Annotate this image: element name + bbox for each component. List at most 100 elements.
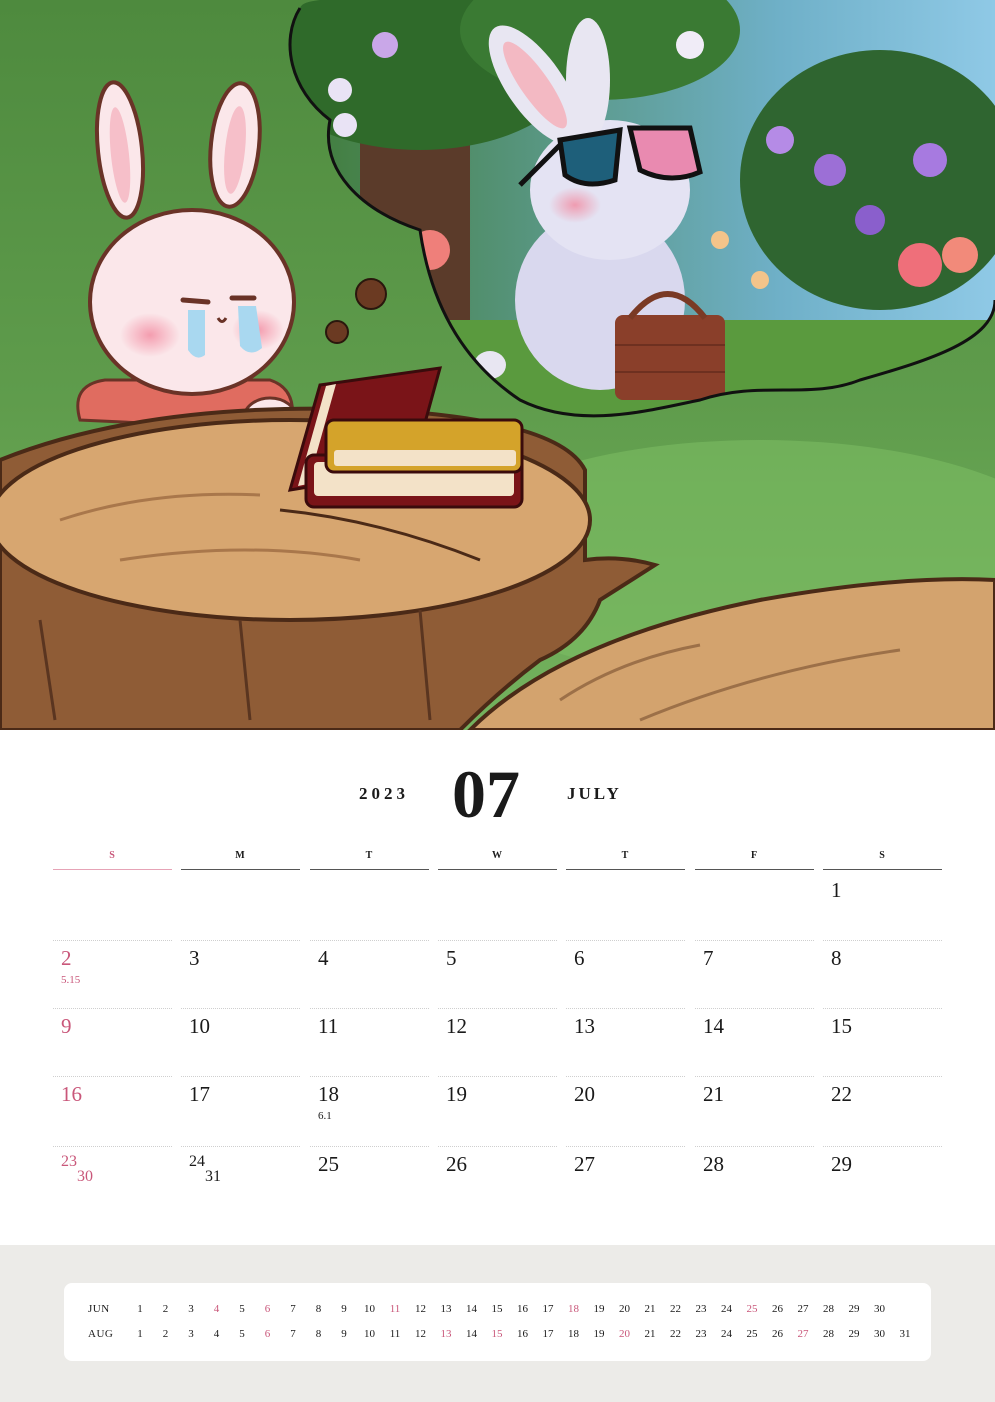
mini-day: 30 <box>874 1328 885 1340</box>
week-row: 16 17 18 6.1 19 20 21 22 <box>0 1076 995 1144</box>
month-number: 07 <box>452 756 520 832</box>
mini-day: 14 <box>466 1303 477 1315</box>
day-cell: 13 <box>566 1008 685 1076</box>
mini-day: 1 <box>137 1328 143 1340</box>
day-number: 3 <box>189 946 200 970</box>
mini-day: 17 <box>542 1328 554 1340</box>
mini-day: 6 <box>264 1303 271 1315</box>
day-cell: 5 <box>438 940 557 1008</box>
mini-calendar-june: JUN 1 2 3 4 5 6 7 8 9 10 11 12 13 14 15 16 17 18 19 20 21 22 2… <box>64 1303 931 1323</box>
mini-day: 31 <box>899 1328 911 1340</box>
day-cell: 21 <box>695 1076 814 1144</box>
weekday-saturday: S <box>823 848 942 870</box>
mini-day: 28 <box>823 1303 834 1315</box>
day-cell: 8 <box>823 940 942 1008</box>
day-number: 26 <box>446 1152 467 1176</box>
mini-day: 20 <box>619 1328 630 1340</box>
day-cell: 23 30 <box>53 1146 172 1214</box>
mini-day: 22 <box>670 1303 681 1315</box>
calendar-header: 2023 07 JULY <box>0 760 995 830</box>
mini-day: 2 <box>162 1328 169 1340</box>
mini-day: 22 <box>670 1328 681 1340</box>
day-cell: 2 5.15 <box>53 940 172 1008</box>
day-number: 8 <box>831 946 842 970</box>
day-number: 17 <box>189 1082 210 1106</box>
day-cell: 6 <box>566 940 685 1008</box>
mini-day: 17 <box>542 1303 554 1315</box>
month-name: JULY <box>567 784 622 803</box>
mini-day: 7 <box>290 1303 296 1315</box>
mini-day: 3 <box>188 1328 194 1340</box>
day-cell: 14 <box>695 1008 814 1076</box>
day-cell: 7 <box>695 940 814 1008</box>
day-cell <box>566 872 685 940</box>
day-cell: 4 <box>310 940 429 1008</box>
week-row: 1 <box>0 872 995 940</box>
weekday-wednesday: W <box>438 848 557 870</box>
day-cell: 11 <box>310 1008 429 1076</box>
day-number-second: 31 <box>205 1168 221 1185</box>
day-cell: 24 31 <box>181 1146 300 1214</box>
mini-calendar-card: JUN 1 2 3 4 5 6 7 8 9 10 11 12 13 14 15 16 17 18 19 20 21 22 2… <box>64 1283 931 1361</box>
bunny-dreaming-illustration <box>0 0 995 730</box>
day-number: 15 <box>831 1014 852 1038</box>
day-number: 16 <box>61 1082 82 1106</box>
mini-day: 10 <box>364 1303 375 1315</box>
mini-day: 5 <box>239 1328 245 1340</box>
mini-day: 4 <box>213 1328 220 1340</box>
day-cell: 18 6.1 <box>310 1076 429 1144</box>
day-cell: 9 <box>53 1008 172 1076</box>
day-number: 27 <box>574 1152 595 1176</box>
day-number: 11 <box>318 1014 339 1038</box>
weekday-monday: M <box>181 848 300 870</box>
day-cell: 22 <box>823 1076 942 1144</box>
mini-day: 8 <box>315 1328 322 1340</box>
day-cell: 26 <box>438 1146 557 1214</box>
day-cell: 15 <box>823 1008 942 1076</box>
day-number: 4 <box>318 946 329 970</box>
mini-day: 29 <box>848 1303 860 1315</box>
day-number: 25 <box>318 1152 339 1176</box>
day-number: 6 <box>574 946 585 970</box>
week-row: 2 5.15 3 4 5 6 7 8 <box>0 940 995 1008</box>
day-cell: 19 <box>438 1076 557 1144</box>
mini-day: 20 <box>619 1303 630 1315</box>
mini-day: 14 <box>466 1328 477 1340</box>
mini-day: 3 <box>188 1303 194 1315</box>
mini-day: 30 <box>874 1303 885 1315</box>
day-cell: 27 <box>566 1146 685 1214</box>
mini-day: 29 <box>848 1328 860 1340</box>
mini-day: 16 <box>517 1328 528 1340</box>
day-number: 18 <box>318 1082 339 1106</box>
mini-day: 25 <box>746 1303 758 1315</box>
mini-day: 12 <box>415 1328 426 1340</box>
mini-day: 18 <box>568 1328 579 1340</box>
mini-day: 23 <box>695 1303 707 1315</box>
day-cell: 20 <box>566 1076 685 1144</box>
day-cell: 28 <box>695 1146 814 1214</box>
mini-day: 27 <box>797 1328 809 1340</box>
mini-month-label: JUN <box>88 1303 110 1315</box>
day-number: 2 <box>61 946 72 970</box>
mini-day: 4 <box>213 1303 220 1315</box>
mini-day: 19 <box>593 1328 605 1340</box>
day-number-second: 30 <box>77 1168 93 1185</box>
mini-day: 25 <box>746 1328 758 1340</box>
mini-day: 21 <box>644 1328 656 1340</box>
day-cell: 17 <box>181 1076 300 1144</box>
day-number: 23 <box>61 1153 77 1170</box>
mini-day: 11 <box>389 1328 401 1340</box>
lunar-date: 6.1 <box>318 1110 332 1122</box>
weekday-sunday: S <box>53 848 172 870</box>
day-number: 22 <box>831 1082 852 1106</box>
day-number: 28 <box>703 1152 724 1176</box>
day-cell <box>53 872 172 940</box>
mini-day: 26 <box>772 1303 783 1315</box>
mini-day: 24 <box>721 1303 732 1315</box>
day-cell: 12 <box>438 1008 557 1076</box>
day-number: 9 <box>61 1014 72 1038</box>
year-label: 2023 <box>359 784 409 803</box>
mini-day: 23 <box>695 1328 707 1340</box>
mini-day: 13 <box>440 1328 452 1340</box>
day-number: 29 <box>831 1152 852 1176</box>
